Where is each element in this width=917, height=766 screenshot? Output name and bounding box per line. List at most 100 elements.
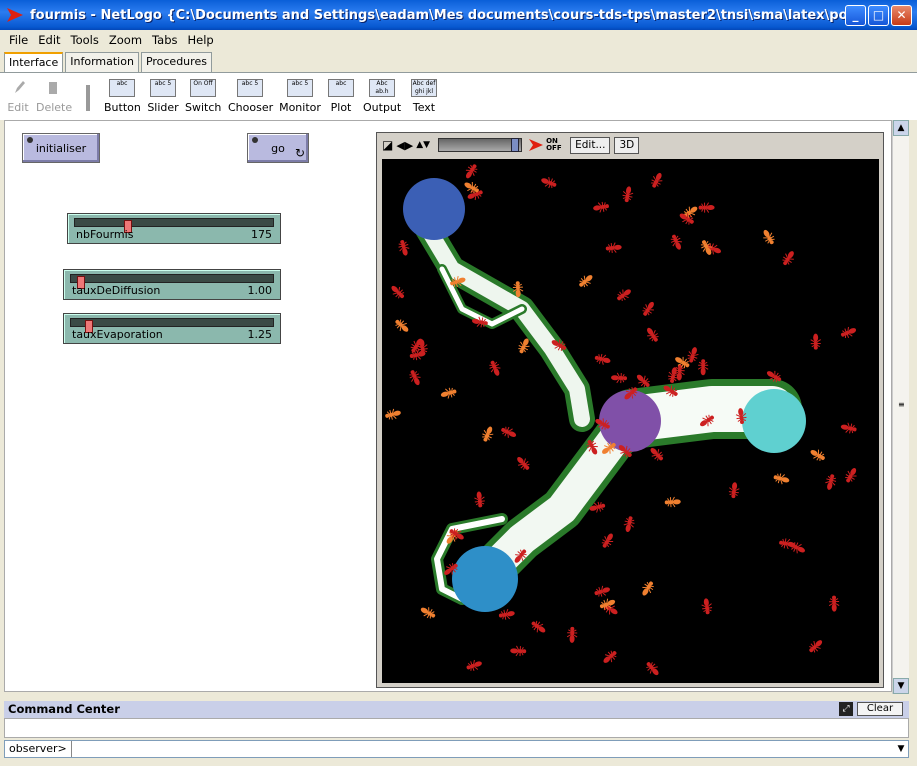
menu-zoom[interactable]: Zoom: [104, 33, 147, 47]
window-title: fourmis - NetLogo {C:\Documents and Sett…: [30, 7, 845, 23]
close-button[interactable]: ✕: [891, 4, 912, 26]
arrows-horizontal-icon[interactable]: ◀▶: [396, 139, 413, 152]
ant-icon: [622, 186, 634, 203]
ant-icon: [420, 607, 436, 619]
slider-track[interactable]: [74, 218, 274, 233]
text-widget-icon: Abc def ghi jkl: [411, 79, 437, 97]
scroll-grip-icon[interactable]: ≡: [898, 400, 905, 409]
slider-track[interactable]: [70, 274, 274, 289]
go-button[interactable]: go ↻: [247, 133, 309, 163]
ant-icon: [611, 372, 628, 384]
ant-icon: [782, 251, 794, 266]
food-source-2: [452, 546, 518, 612]
minimize-button[interactable]: _: [845, 4, 866, 26]
ant-icon: [531, 620, 546, 633]
add-output-tool[interactable]: Abc ab.h Output: [363, 77, 401, 114]
add-slider-tool[interactable]: abc 5 Slider: [147, 77, 179, 114]
slider-track[interactable]: [70, 318, 274, 333]
ant-icon: [594, 585, 610, 597]
speed-slider[interactable]: [438, 138, 523, 152]
scroll-up-arrow-icon[interactable]: ▲: [893, 120, 909, 136]
world-view: ◪ ◀▶ ▲▼ ON OFF Edit... 3D: [376, 132, 884, 688]
menu-edit[interactable]: Edit: [33, 33, 65, 47]
ant-icon: [603, 650, 617, 663]
arrows-vertical-icon[interactable]: ▲▼: [416, 140, 430, 150]
ant-icon: [642, 581, 654, 596]
add-text-tool[interactable]: Abc def ghi jkl Text: [409, 77, 439, 114]
scroll-down-arrow-icon[interactable]: ▼: [893, 678, 909, 694]
slider-tauxevaporation[interactable]: tauxEvaporation 1.25: [63, 313, 281, 344]
ant-icon: [623, 516, 635, 532]
ant-icon: [541, 177, 557, 189]
edit-view-button[interactable]: Edit...: [570, 136, 611, 154]
3d-view-button[interactable]: 3D: [614, 136, 640, 154]
expand-icon[interactable]: ⤢: [839, 702, 853, 716]
interface-canvas: initialiser go ↻ nbFourmis 175 tauxDeDif…: [4, 120, 892, 692]
clear-button[interactable]: Clear: [857, 702, 903, 716]
ant-icon: [391, 285, 405, 299]
toolbar-separator: [86, 85, 90, 111]
slider-tauxdediffusion[interactable]: tauxDeDiffusion 1.00: [63, 269, 281, 300]
command-center-header: Command Center ⤢ Clear: [4, 701, 909, 718]
ant-icon: [642, 301, 654, 316]
tab-bar: Interface Information Procedures: [4, 52, 214, 72]
ant-icon: [593, 201, 609, 213]
ant-icon: [670, 234, 682, 250]
pheromone-trails: [409, 206, 802, 605]
menu-tools[interactable]: Tools: [66, 33, 104, 47]
view-updates-toggle[interactable]: ON OFF: [546, 138, 566, 152]
command-input[interactable]: [71, 742, 894, 756]
ant-icon: [647, 327, 659, 342]
ant-icon: [646, 662, 659, 676]
menu-tabs[interactable]: Tabs: [147, 33, 182, 47]
history-dropdown-icon[interactable]: ▼: [894, 744, 908, 754]
initialiser-button[interactable]: initialiser: [22, 133, 100, 163]
maximize-button[interactable]: □: [868, 4, 889, 26]
play-arrow-icon: [529, 139, 544, 151]
ant-icon: [601, 533, 614, 548]
ant-icon: [617, 289, 631, 301]
tab-procedures[interactable]: Procedures: [140, 52, 212, 72]
ant-icon: [664, 496, 681, 508]
edit-tool[interactable]: Edit: [6, 77, 30, 114]
menu-bar: File Edit Tools Zoom Tabs Help: [0, 30, 917, 50]
menu-file[interactable]: File: [4, 33, 33, 47]
world-canvas[interactable]: [382, 159, 879, 683]
tab-interface[interactable]: Interface: [4, 52, 64, 72]
ant-icon: [828, 595, 840, 612]
title-bar: fourmis - NetLogo {C:\Documents and Sett…: [0, 0, 917, 30]
ant-icon: [845, 468, 857, 483]
add-button-tool[interactable]: abc Button: [104, 77, 141, 114]
ant-icon: [466, 659, 482, 671]
menu-help[interactable]: Help: [183, 33, 219, 47]
speed-knob[interactable]: [511, 138, 520, 152]
ant-icon: [489, 360, 501, 376]
ant-simulation-svg: [385, 164, 857, 676]
ant-icon: [651, 172, 663, 188]
add-switch-tool[interactable]: On Off Switch: [185, 77, 221, 114]
view-control-strip: ◪ ◀▶ ▲▼ ON OFF Edit... 3D: [377, 133, 883, 157]
observer-prompt[interactable]: observer>: [5, 741, 72, 757]
command-output: [4, 718, 909, 738]
delete-tool[interactable]: Delete: [36, 77, 72, 114]
slider-nbfourmis[interactable]: nbFourmis 175: [67, 213, 281, 244]
button-widget-icon: abc: [109, 79, 135, 97]
add-chooser-tool[interactable]: abc 5 Chooser: [228, 77, 273, 114]
interface-toolbar: Edit Delete abc Button abc 5 Slider On O…: [0, 72, 917, 120]
nest: [599, 390, 661, 452]
button-indicator-icon: [252, 137, 258, 143]
ant-icon: [810, 333, 821, 350]
add-monitor-tool[interactable]: abc 5 Monitor: [279, 77, 321, 114]
ant-icon: [773, 473, 790, 485]
tab-information[interactable]: Information: [65, 52, 139, 72]
netlogo-icon: [7, 8, 23, 22]
interface-scrollbar[interactable]: ▲ ≡ ▼: [892, 120, 909, 694]
food-source-3: [742, 389, 806, 453]
add-plot-tool[interactable]: abc Plot: [328, 77, 354, 114]
ant-icon: [605, 242, 622, 254]
resize-icon[interactable]: ◪: [382, 138, 393, 152]
ant-icon: [728, 482, 740, 499]
pencil-icon: [6, 79, 32, 97]
ant-icon: [809, 640, 823, 653]
ant-icon: [579, 275, 593, 288]
